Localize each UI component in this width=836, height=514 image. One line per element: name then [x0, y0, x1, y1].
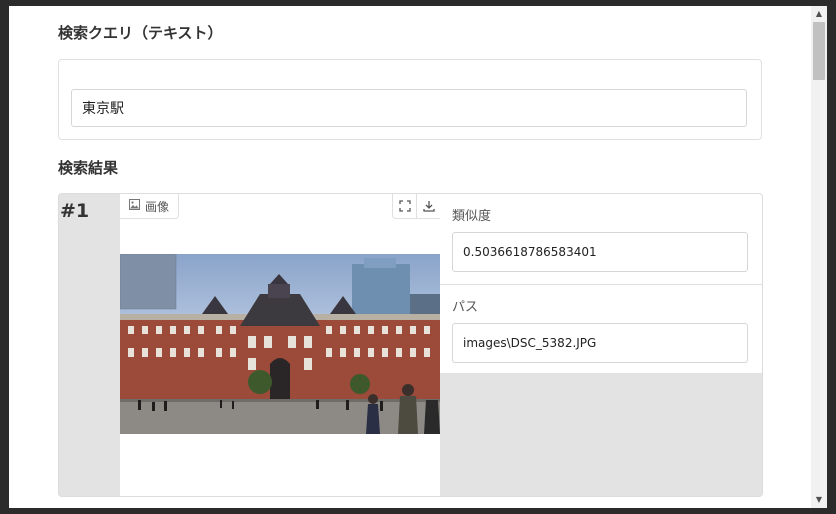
- fullscreen-icon: [398, 197, 411, 216]
- path-label: パス: [452, 300, 479, 315]
- similarity-field: 類似度: [440, 194, 762, 285]
- scroll-thumb[interactable]: [813, 22, 825, 80]
- vertical-scrollbar[interactable]: ▲ ▼: [811, 6, 827, 508]
- query-heading: 検索クエリ（テキスト）: [58, 24, 223, 42]
- query-container: [58, 59, 762, 140]
- download-icon: [422, 197, 435, 216]
- similarity-input[interactable]: [452, 232, 748, 272]
- result-card: #1 画像 類似度 0.5036618786583401 パス images\D…: [58, 193, 763, 497]
- path-field: パス: [440, 285, 762, 373]
- app-frame: 検索クエリ（テキスト） 検索結果 #1 画像: [9, 6, 827, 508]
- result-image-panel: 画像: [120, 194, 440, 496]
- fullscreen-button[interactable]: [393, 194, 416, 218]
- image-tab-label: 画像: [144, 199, 169, 214]
- image-tab: 画像: [120, 194, 179, 219]
- image-icon: [128, 199, 140, 213]
- download-button[interactable]: [416, 194, 440, 218]
- results-heading: 検索結果: [58, 159, 119, 177]
- result-rank: #1: [60, 200, 90, 222]
- path-input[interactable]: [452, 323, 748, 363]
- scroll-down-arrow[interactable]: ▼: [811, 492, 827, 506]
- scroll-up-arrow[interactable]: ▲: [811, 6, 827, 20]
- image-toolbar: [392, 194, 440, 219]
- query-input[interactable]: [71, 89, 747, 127]
- result-photo: [120, 254, 440, 434]
- similarity-label: 類似度: [452, 209, 492, 224]
